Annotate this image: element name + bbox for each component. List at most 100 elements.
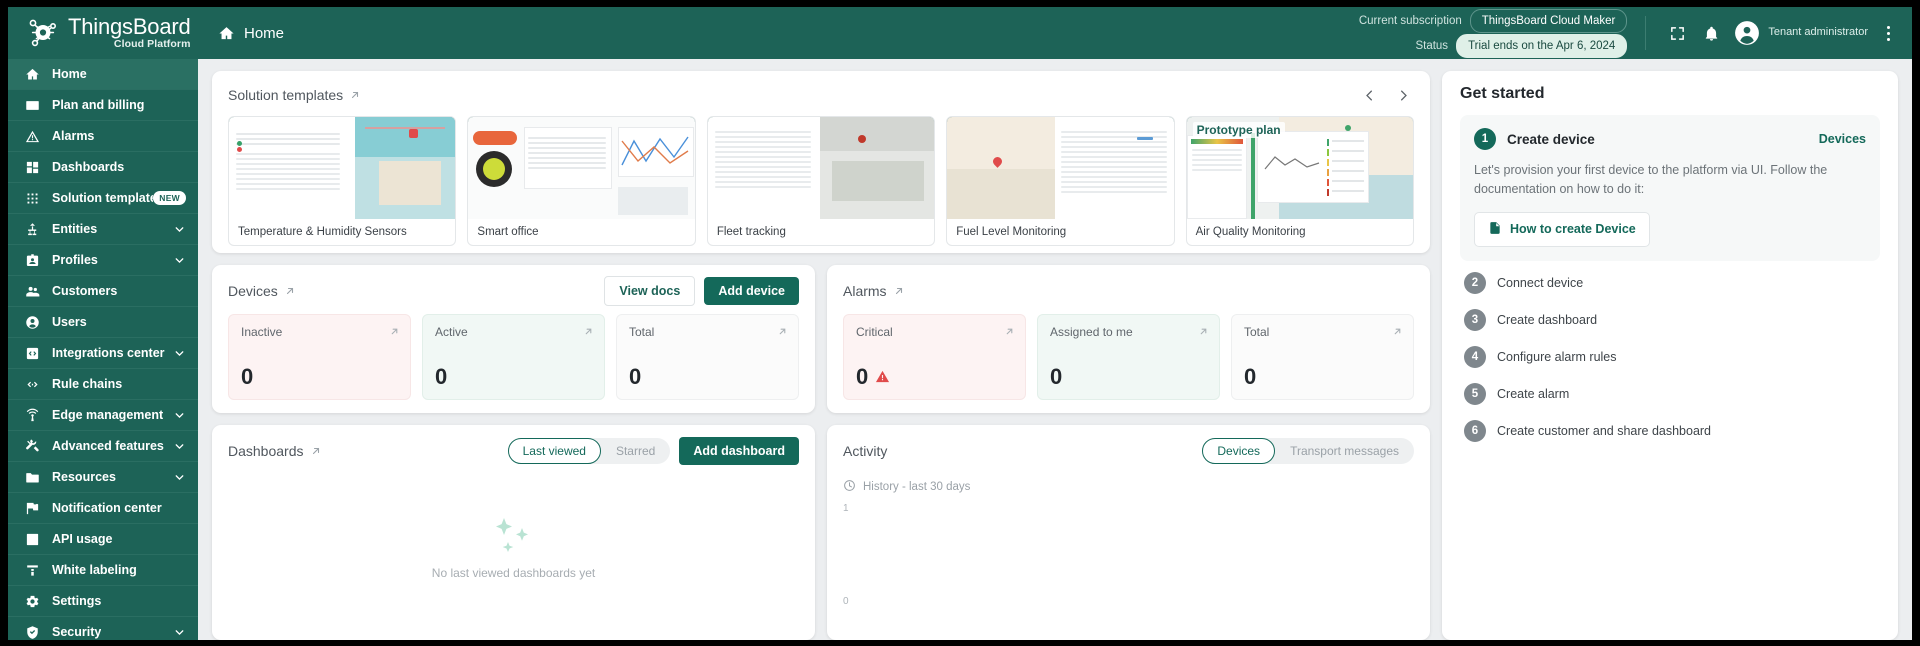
- stat-value-wrap: 0: [435, 364, 447, 390]
- sidebar-item-label: Users: [52, 315, 87, 329]
- app-logo[interactable]: ThingsBoard Cloud Platform: [8, 7, 198, 59]
- sidebar-item-rule-chains[interactable]: Rule chains: [8, 369, 198, 400]
- chevron-down-icon[interactable]: [173, 409, 186, 422]
- sidebar-item-profiles[interactable]: Profiles: [8, 245, 198, 276]
- sidebar-item-notification-center[interactable]: Notification center: [8, 493, 198, 524]
- open-external-icon[interactable]: [777, 325, 788, 340]
- open-external-icon[interactable]: [893, 285, 905, 297]
- user-menu[interactable]: Tenant administrator: [1734, 20, 1868, 46]
- breadcrumb-label: Home: [244, 24, 285, 42]
- step-number-badge: 1: [1474, 128, 1496, 150]
- sidebar-item-security[interactable]: Security: [8, 617, 198, 640]
- add-device-button[interactable]: Add device: [704, 277, 799, 305]
- content-right-column: Get started 1 Create device Devices Let'…: [1442, 71, 1898, 640]
- stat-tile-inactive[interactable]: Inactive 0: [228, 314, 411, 400]
- sidebar-item-users[interactable]: Users: [8, 307, 198, 338]
- toggle-last-viewed[interactable]: Last viewed: [507, 438, 601, 464]
- subscription-block: Current subscription ThingsBoard Cloud M…: [1359, 8, 1628, 59]
- stat-tile-assigned-to-me[interactable]: Assigned to me 0: [1037, 314, 1220, 400]
- get-started-step[interactable]: 2 Connect device: [1460, 268, 1880, 298]
- sidebar-item-dashboards[interactable]: Dashboards: [8, 152, 198, 183]
- toggle-starred[interactable]: Starred: [601, 438, 670, 464]
- stat-tile-total[interactable]: Total 0: [616, 314, 799, 400]
- sidebar-item-label: Dashboards: [52, 160, 125, 174]
- view-docs-button[interactable]: View docs: [604, 276, 696, 306]
- rule-chains-icon: [24, 376, 41, 393]
- devices-link[interactable]: Devices: [1819, 132, 1866, 146]
- sidebar-item-solution-templates[interactable]: Solution templates NEW: [8, 183, 198, 214]
- chevron-down-icon[interactable]: [173, 440, 186, 453]
- add-dashboard-button[interactable]: Add dashboard: [679, 437, 799, 465]
- open-external-icon[interactable]: [310, 445, 322, 457]
- breadcrumb[interactable]: Home: [218, 25, 284, 42]
- sidebar-item-settings[interactable]: Settings: [8, 586, 198, 617]
- sidebar-item-advanced-features[interactable]: Advanced features: [8, 431, 198, 462]
- open-external-icon[interactable]: [1392, 325, 1403, 340]
- fullscreen-icon[interactable]: [1660, 16, 1694, 50]
- notifications-bell-icon[interactable]: [1694, 16, 1728, 50]
- solution-template-item[interactable]: Fleet tracking: [706, 116, 936, 246]
- how-to-create-device-button[interactable]: How to create Device: [1474, 211, 1650, 247]
- solution-template-thumbnail: [947, 117, 1174, 219]
- sidebar-item-entities[interactable]: Entities: [8, 214, 198, 245]
- sidebar-item-integrations-center[interactable]: Integrations center: [8, 338, 198, 369]
- step-number-badge: 3: [1464, 308, 1486, 331]
- activity-axis-top: 1: [843, 503, 849, 514]
- sidebar-item-white-labeling[interactable]: White labeling: [8, 555, 198, 586]
- home-icon: [218, 25, 235, 42]
- open-external-icon[interactable]: [284, 285, 296, 297]
- solution-template-item[interactable]: Smart office: [467, 116, 696, 246]
- content-left-column: Solution templates Temperature & Humidit…: [212, 71, 1430, 640]
- chevron-down-icon[interactable]: [173, 347, 186, 360]
- sidebar-item-api-usage[interactable]: API usage: [8, 524, 198, 555]
- toggle-transport-messages[interactable]: Transport messages: [1275, 438, 1414, 464]
- more-options-icon[interactable]: [1878, 16, 1898, 50]
- get-started-step[interactable]: 4 Configure alarm rules: [1460, 342, 1880, 372]
- open-external-icon[interactable]: [349, 89, 361, 101]
- status-badge[interactable]: Trial ends on the Apr 6, 2024: [1456, 33, 1628, 58]
- solution-template-item[interactable]: Prototype plan Air Quality Monitoring: [1185, 116, 1415, 246]
- sidebar-item-resources[interactable]: Resources: [8, 462, 198, 493]
- chevron-down-icon[interactable]: [173, 223, 186, 236]
- alarms-card: Alarms Critical 0 Assigned to me 0 Total…: [827, 265, 1430, 413]
- sidebar-item-alarms[interactable]: Alarms: [8, 121, 198, 152]
- carousel-next-icon[interactable]: [1392, 84, 1414, 106]
- chevron-down-icon[interactable]: [173, 626, 186, 639]
- get-started-step[interactable]: 5 Create alarm: [1460, 379, 1880, 409]
- stat-tile-critical[interactable]: Critical 0: [843, 314, 1026, 400]
- notification-flag-icon: [24, 500, 41, 517]
- sidebar-item-home[interactable]: Home: [8, 59, 198, 90]
- stat-value: 0: [435, 364, 448, 389]
- sidebar-item-label: Customers: [52, 284, 118, 298]
- chevron-down-icon[interactable]: [173, 471, 186, 484]
- prototype-plan-tag: Prototype plan: [1192, 122, 1285, 138]
- sidebar-item-label: Rule chains: [52, 377, 123, 391]
- get-started-step[interactable]: 3 Create dashboard: [1460, 305, 1880, 335]
- solution-template-item[interactable]: Temperature & Humidity Sensors: [228, 116, 457, 246]
- solution-templates-title: Solution templates: [228, 87, 361, 103]
- sidebar-item-plan-and-billing[interactable]: Plan and billing: [8, 90, 198, 121]
- get-started-step[interactable]: 6 Create customer and share dashboard: [1460, 416, 1880, 446]
- subscription-value-pill[interactable]: ThingsBoard Cloud Maker: [1469, 8, 1628, 33]
- integrations-icon: [24, 345, 41, 362]
- sidebar-item-edge-management[interactable]: Edge management: [8, 400, 198, 431]
- solution-template-item[interactable]: Fuel Level Monitoring: [946, 116, 1175, 246]
- toggle-devices[interactable]: Devices: [1202, 438, 1276, 464]
- open-external-icon[interactable]: [1004, 325, 1015, 340]
- open-external-icon[interactable]: [389, 325, 400, 340]
- sidebar-item-customers[interactable]: Customers: [8, 276, 198, 307]
- user-role: Tenant administrator: [1768, 26, 1868, 39]
- main-content: Solution templates Temperature & Humidit…: [198, 59, 1912, 640]
- open-external-icon[interactable]: [583, 325, 594, 340]
- chevron-down-icon[interactable]: [173, 254, 186, 267]
- dashboards-empty-message: No last viewed dashboards yet: [431, 566, 596, 580]
- stat-tile-active[interactable]: Active 0: [422, 314, 605, 400]
- carousel-prev-icon[interactable]: [1358, 84, 1380, 106]
- grid-dots-icon: [24, 190, 41, 207]
- open-external-icon[interactable]: [1198, 325, 1209, 340]
- home-icon: [24, 66, 41, 83]
- stat-tile-total[interactable]: Total 0: [1231, 314, 1414, 400]
- stat-label: Total: [629, 325, 655, 339]
- activity-actions: Devices Transport messages: [1202, 438, 1414, 464]
- bottom-row: Dashboards Last viewed Starred Add dashb…: [212, 425, 1430, 640]
